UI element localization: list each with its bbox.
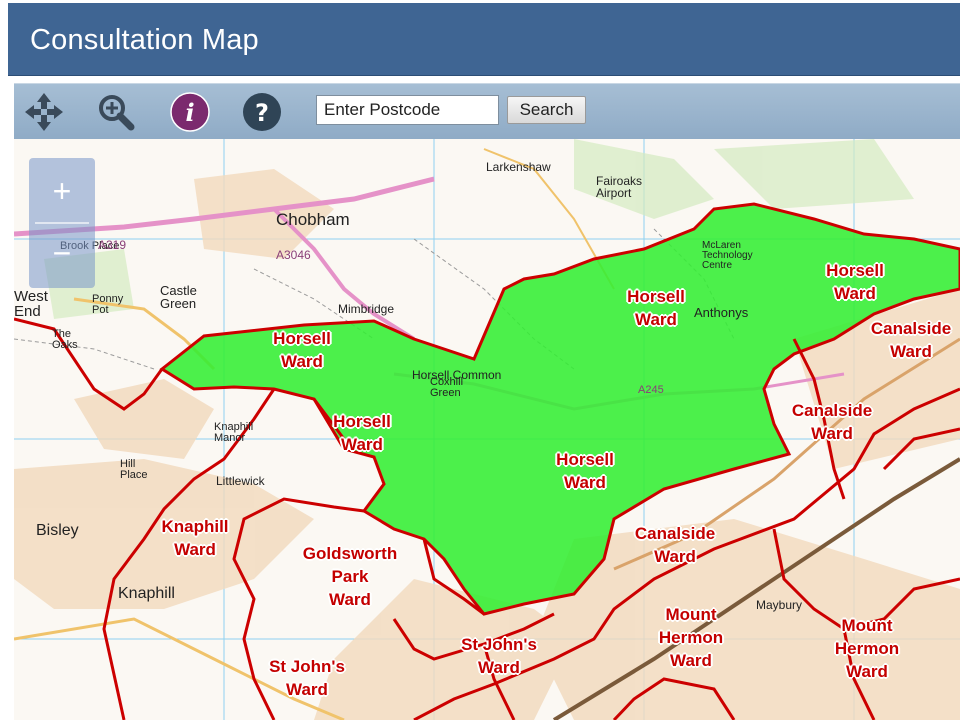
place-hill-place: Hill Place: [120, 458, 148, 481]
place-chobham: Chobham: [276, 210, 350, 229]
question-mark-icon: ?: [243, 93, 281, 131]
ward-label-horsell-3: Horsell Ward: [627, 287, 685, 329]
ward-label-horsell-4: Horsell Ward: [826, 261, 884, 303]
move-arrows-icon: [25, 93, 63, 131]
ward-label-canalside-2: Canalside Ward: [791, 401, 873, 443]
map-toolbar: i ? Search: [14, 83, 960, 139]
ward-label-canalside-3: Canalside Ward: [634, 524, 716, 566]
zoom-in-button[interactable]: +: [29, 163, 95, 221]
zoom-in-magnifier-icon: [99, 95, 135, 131]
zoom-control: + −: [29, 158, 95, 288]
zoom-out-button[interactable]: −: [29, 225, 95, 283]
road-a245-label: A245: [638, 384, 664, 396]
road-a319-label: A319: [98, 238, 127, 252]
info-icon: i: [170, 92, 210, 132]
ward-label-knaphill: Knaphill Ward: [161, 517, 229, 559]
postcode-input[interactable]: [316, 95, 499, 125]
place-anthonys: Anthonys: [694, 305, 749, 320]
place-knaphill: Knaphill: [118, 585, 175, 602]
place-the-oaks: The Oaks: [52, 328, 78, 351]
place-castle-green: Castle Green: [160, 283, 197, 311]
zoom-separator: [35, 222, 89, 224]
place-knaphill-manor: Knaphill Manor: [214, 421, 254, 444]
ward-label-horsell-5: Horsell Ward: [556, 450, 614, 492]
ward-label-canalside-1: Canalside Ward: [870, 319, 952, 361]
map-canvas[interactable]: Chobham Larkenshaw Fairoaks Airport West…: [14, 139, 960, 720]
road-a3046-label: A3046: [276, 248, 311, 262]
title-bar: Consultation Map: [8, 3, 960, 76]
ward-label-st-johns-1: St John's Ward: [461, 635, 537, 677]
ward-label-horsell-1: Horsell Ward: [273, 329, 331, 371]
svg-text:?: ?: [255, 99, 269, 127]
place-coxhill-green: Coxhill Green: [430, 376, 464, 399]
place-west-end: West End: [14, 288, 48, 320]
place-fairoaks-airport: Fairoaks Airport: [596, 174, 643, 200]
place-ponny-pot: Ponny Pot: [92, 293, 124, 316]
ward-label-mount-hermon-2: Mount Hermon Ward: [834, 616, 900, 681]
zoom-tool-button[interactable]: [94, 90, 138, 134]
place-maybury: Maybury: [756, 598, 803, 612]
ward-label-goldsworth-park: Goldsworth Park Ward: [302, 544, 398, 609]
identify-tool-button[interactable]: i: [168, 90, 212, 134]
place-mclaren-technology-centre: McLaren Technology Centre: [702, 240, 753, 271]
place-bisley: Bisley: [36, 522, 79, 539]
help-tool-button[interactable]: ?: [240, 90, 284, 134]
place-larkenshaw: Larkenshaw: [486, 160, 551, 174]
search-button[interactable]: Search: [507, 96, 586, 124]
app-title: Consultation Map: [30, 24, 259, 56]
svg-text:i: i: [185, 98, 194, 127]
ward-label-mount-hermon-1: Mount Hermon Ward: [658, 605, 724, 670]
place-mimbridge: Mimbridge: [338, 302, 395, 316]
ward-label-st-johns-2: St John's Ward: [269, 657, 345, 699]
ward-label-horsell-2: Horsell Ward: [333, 412, 391, 454]
place-littlewick: Littlewick: [216, 474, 265, 488]
pan-tool-button[interactable]: [22, 90, 66, 134]
